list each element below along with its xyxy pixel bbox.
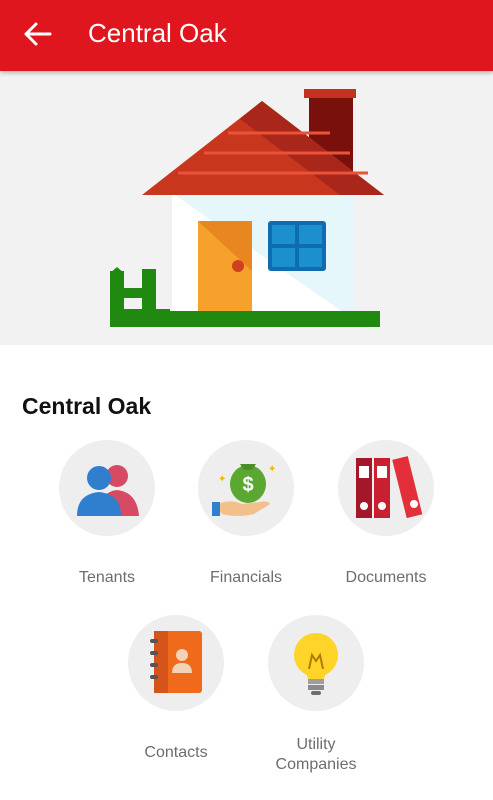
money-bag-hand-icon: $ ✦ ✦	[212, 464, 276, 516]
address-book-icon	[150, 631, 202, 693]
utility-companies-icon-circle	[268, 615, 364, 711]
utility-companies-label: Utility Companies	[275, 736, 357, 773]
tenants-icon	[77, 465, 139, 516]
svg-text:✦: ✦	[268, 464, 276, 475]
property-name-heading: Central Oak	[22, 393, 152, 419]
contacts-icon-circle	[128, 615, 224, 711]
tenants-icon-circle	[59, 440, 155, 536]
contacts-tile[interactable]: Contacts	[106, 615, 246, 763]
svg-text:$: $	[242, 474, 253, 496]
page-title: Central Oak	[88, 18, 227, 48]
app-bar: Central Oak	[0, 0, 493, 71]
svg-text:✦: ✦	[218, 474, 226, 485]
tenants-tile[interactable]: Tenants	[37, 440, 177, 588]
contacts-label: Contacts	[144, 744, 208, 761]
financials-icon-circle: $ ✦ ✦	[198, 440, 294, 536]
arrow-back-icon	[24, 22, 52, 46]
hero-banner	[0, 71, 493, 345]
binders-icon	[356, 456, 423, 519]
lightbulb-icon	[294, 633, 338, 695]
tenants-label: Tenants	[78, 569, 136, 586]
utility-companies-tile[interactable]: Utility Companies	[246, 615, 386, 775]
documents-icon-circle	[338, 440, 434, 536]
documents-label: Documents	[345, 569, 427, 586]
house-illustration	[110, 89, 384, 327]
financials-label: Financials	[209, 569, 283, 586]
back-button[interactable]	[14, 14, 58, 54]
documents-tile[interactable]: Documents	[316, 440, 456, 588]
financials-tile[interactable]: $ ✦ ✦ Financials	[176, 440, 316, 588]
